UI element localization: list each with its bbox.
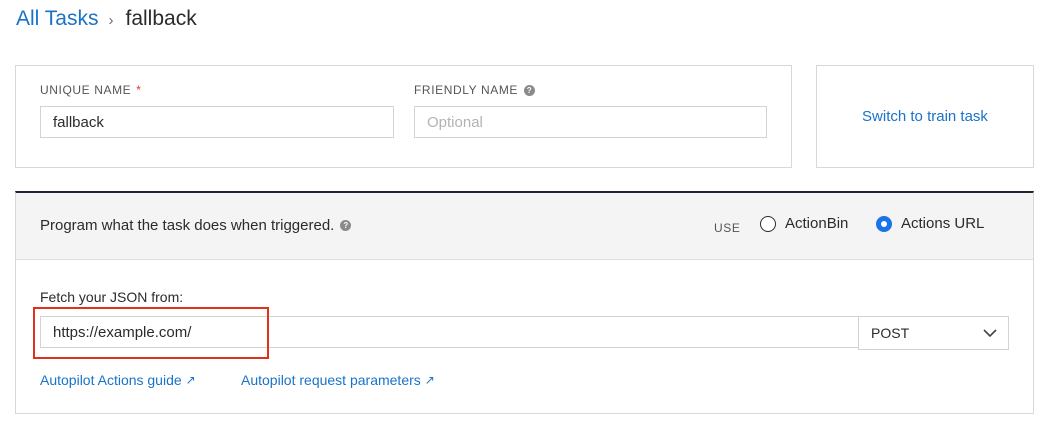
radio-actionbin[interactable]: ActionBin [760, 215, 848, 232]
use-label: USE [714, 221, 741, 235]
task-names-card: UNIQUE NAME * FRIENDLY NAME ? [15, 65, 792, 168]
actions-url-input[interactable] [40, 316, 859, 348]
question-circle-icon[interactable]: ? [340, 220, 352, 231]
radio-actions-url[interactable]: Actions URL [876, 215, 984, 232]
program-title-text: Program what the task does when triggere… [40, 217, 335, 234]
unique-name-input[interactable] [40, 106, 394, 138]
program-task-card: Program what the task does when triggere… [15, 191, 1034, 414]
switch-task-card: Switch to train task [816, 65, 1034, 168]
friendly-name-label: FRIENDLY NAME ? [414, 83, 536, 97]
external-link-icon: ↗ [185, 373, 196, 387]
autopilot-actions-guide-label: Autopilot Actions guide [40, 372, 182, 388]
page-title: fallback [125, 7, 197, 30]
autopilot-request-parameters-link[interactable]: Autopilot request parameters ↗ [241, 372, 435, 388]
external-link-icon: ↗ [424, 373, 435, 387]
autopilot-actions-guide-link[interactable]: Autopilot Actions guide ↗ [40, 372, 196, 388]
unique-name-label-text: UNIQUE NAME [40, 83, 132, 97]
program-title: Program what the task does when triggere… [40, 217, 352, 234]
friendly-name-label-text: FRIENDLY NAME [414, 83, 519, 97]
switch-to-train-task-link[interactable]: Switch to train task [862, 108, 988, 125]
breadcrumb-separator-icon: › [108, 11, 114, 29]
radio-actions-url-label: Actions URL [901, 215, 985, 232]
breadcrumb-all-tasks-link[interactable]: All Tasks [16, 7, 98, 31]
friendly-name-input[interactable] [414, 106, 767, 138]
chevron-down-icon [983, 329, 997, 338]
program-header: Program what the task does when triggere… [16, 193, 1033, 260]
required-indicator: * [136, 83, 142, 97]
radio-actionbin-label: ActionBin [785, 215, 849, 232]
breadcrumb: All Tasks › fallback [16, 4, 197, 34]
http-method-value: POST [871, 325, 910, 341]
radio-checked-icon[interactable] [876, 215, 892, 232]
autopilot-request-parameters-label: Autopilot request parameters [241, 372, 421, 388]
question-circle-icon[interactable]: ? [524, 84, 536, 96]
fetch-json-label: Fetch your JSON from: [40, 289, 184, 305]
unique-name-label: UNIQUE NAME * [40, 83, 142, 97]
radio-unchecked-icon[interactable] [760, 215, 776, 232]
http-method-select[interactable]: POST [858, 316, 1009, 350]
